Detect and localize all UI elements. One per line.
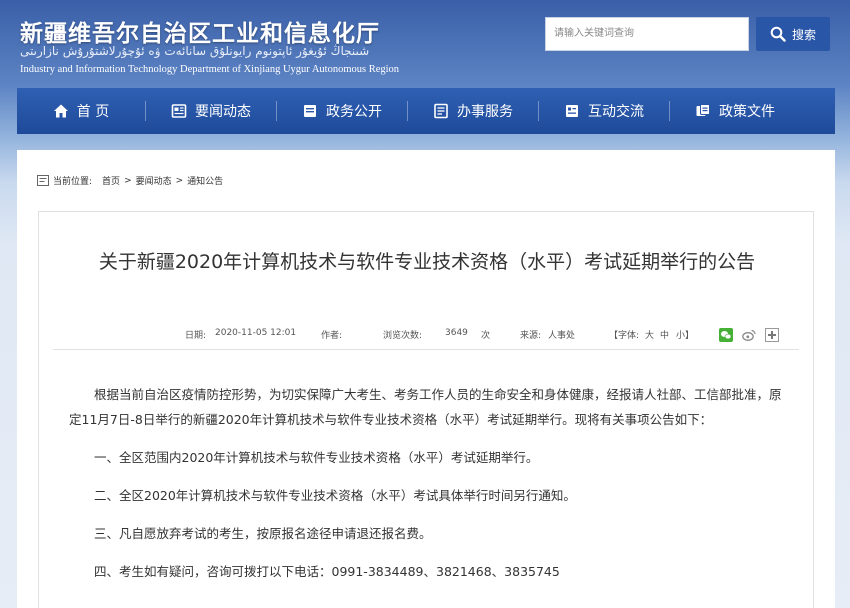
nav-item-interaction[interactable]: 互动交流 [539,88,669,134]
breadcrumb: 当前位置: 首页 > 要闻动态 > 通知公告 [37,174,223,187]
meta-date-label: 日期: [185,331,207,341]
paragraph: 三、凡自愿放弃考试的考生，按原报名途径申请退还报名费。 [94,526,432,541]
breadcrumb-separator: > [124,175,132,186]
article-meta: 日期: 2020-11-05 12:01 作者: 浏览次数: 3649 次 来源… [53,320,799,350]
more-share-icon[interactable] [765,328,779,342]
service-icon [434,103,448,119]
meta-author-label: 作者: [321,331,343,341]
search-button[interactable]: 搜索 [756,17,830,51]
meta-views-label: 浏览次数: [383,331,423,341]
article: 关于新疆2020年计算机技术与软件专业技术资格（水平）考试延期举行的公告 日期:… [38,211,814,608]
nav-item-services[interactable]: 办事服务 [408,88,538,134]
article-body: 根据当前自治区疫情防控形势，为切实保障广大考生、考务工作人员的生命安全和身体健康… [69,382,785,597]
nav-item-label: 办事服务 [457,104,513,120]
document-icon [696,104,710,116]
nav-item-home[interactable]: 首 页 [17,88,145,134]
font-size-large[interactable]: 大 [645,328,654,341]
breadcrumb-prefix: 当前位置: [53,177,93,187]
location-icon [37,175,49,186]
paragraph: 二、全区2020年计算机技术与软件专业技术资格（水平）考试具体举行时间另行通知。 [94,488,576,503]
meta-views-unit: 次 [481,331,491,341]
nav-item-label: 首 页 [76,104,110,120]
meta-font-label: 【字体: [609,331,640,341]
search-icon [770,26,786,42]
breadcrumb-item-news[interactable]: 要闻动态 [136,174,172,187]
site-header: 新疆维吾尔自治区工业和信息化厅 شىنجاڭ ئۇيغۇر ئاپتونوم ر… [0,0,850,88]
nav-item-policy[interactable]: 政策文件 [670,88,800,134]
content-panel: 当前位置: 首页 > 要闻动态 > 通知公告 关于新疆2020年计算机技术与软件… [17,150,835,608]
search-button-label: 搜索 [791,27,816,42]
paragraph: 一、全区范围内2020年计算机技术与软件专业技术资格（水平）考试延期举行。 [94,450,539,465]
weibo-icon[interactable] [742,328,756,342]
font-size-small[interactable]: 小】 [676,328,694,341]
nav-item-gov-affairs[interactable]: 政务公开 [277,88,407,134]
home-icon [53,104,68,118]
meta-date-value: 2020-11-05 12:01 [215,328,297,338]
nav-item-label: 政务公开 [326,104,382,120]
meta-source-value: 人事处 [548,331,576,341]
wechat-icon[interactable] [719,328,733,342]
main-nav: 首 页 要闻动态 政务公开 办事服务 互动交流 政策文件 [17,88,835,134]
paragraph: 根据当前自治区疫情防控形势，为切实保障广大考生、考务工作人员的生命安全和身体健康… [69,387,782,427]
folder-icon [304,105,316,117]
site-title-uyghur: شىنجاڭ ئۇيغۇر ئاپتونوم رايونلۇق سانائەت … [20,44,370,58]
search-input[interactable]: 请输入关键词查询 [545,17,749,51]
nav-item-label: 互动交流 [588,104,644,120]
site-title-english: Industry and Information Technology Depa… [20,64,400,75]
article-title: 关于新疆2020年计算机技术与软件专业技术资格（水平）考试延期举行的公告 [98,251,756,273]
news-icon [171,104,187,118]
nav-item-label: 政策文件 [719,104,775,120]
nav-item-label: 要闻动态 [195,104,251,120]
meta-source-label: 来源: [520,331,542,341]
meta-views-value: 3649 [445,328,468,338]
nav-item-news[interactable]: 要闻动态 [146,88,276,134]
breadcrumb-separator: > [175,175,184,186]
paragraph: 四、考生如有疑问，咨询可拨打以下电话：0991-3834489、3821468、… [94,564,560,579]
site-title[interactable]: 新疆维吾尔自治区工业和信息化厅 [20,14,380,48]
breadcrumb-item-home[interactable]: 首页 [102,174,120,187]
font-size-medium[interactable]: 中 [660,328,669,341]
interaction-icon [566,105,578,117]
breadcrumb-item-notices[interactable]: 通知公告 [187,174,223,187]
